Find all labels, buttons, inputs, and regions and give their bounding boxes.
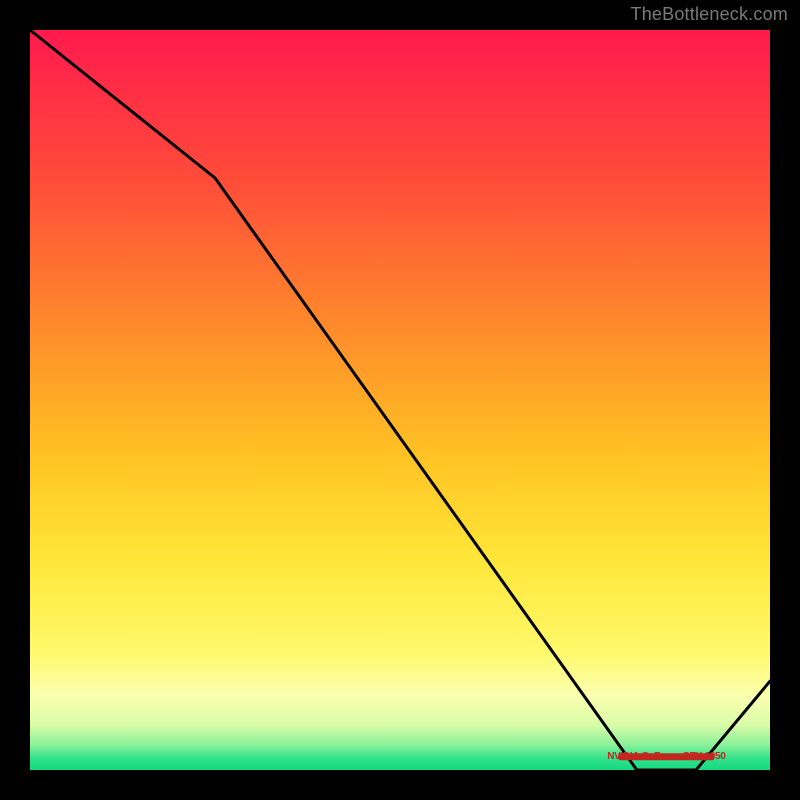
chart-svg: NVIDIA GeForce GTX 1050 (30, 30, 770, 770)
gradient-background (30, 30, 770, 770)
watermark-text: TheBottleneck.com (631, 4, 788, 25)
plot-area: NVIDIA GeForce GTX 1050 (30, 30, 770, 770)
chart-frame: TheBottleneck.com NVIDIA GeForce GTX 105… (0, 0, 800, 800)
legend-marker: NVIDIA GeForce GTX 1050 (607, 751, 726, 762)
legend-label: NVIDIA GeForce GTX 1050 (607, 751, 726, 762)
